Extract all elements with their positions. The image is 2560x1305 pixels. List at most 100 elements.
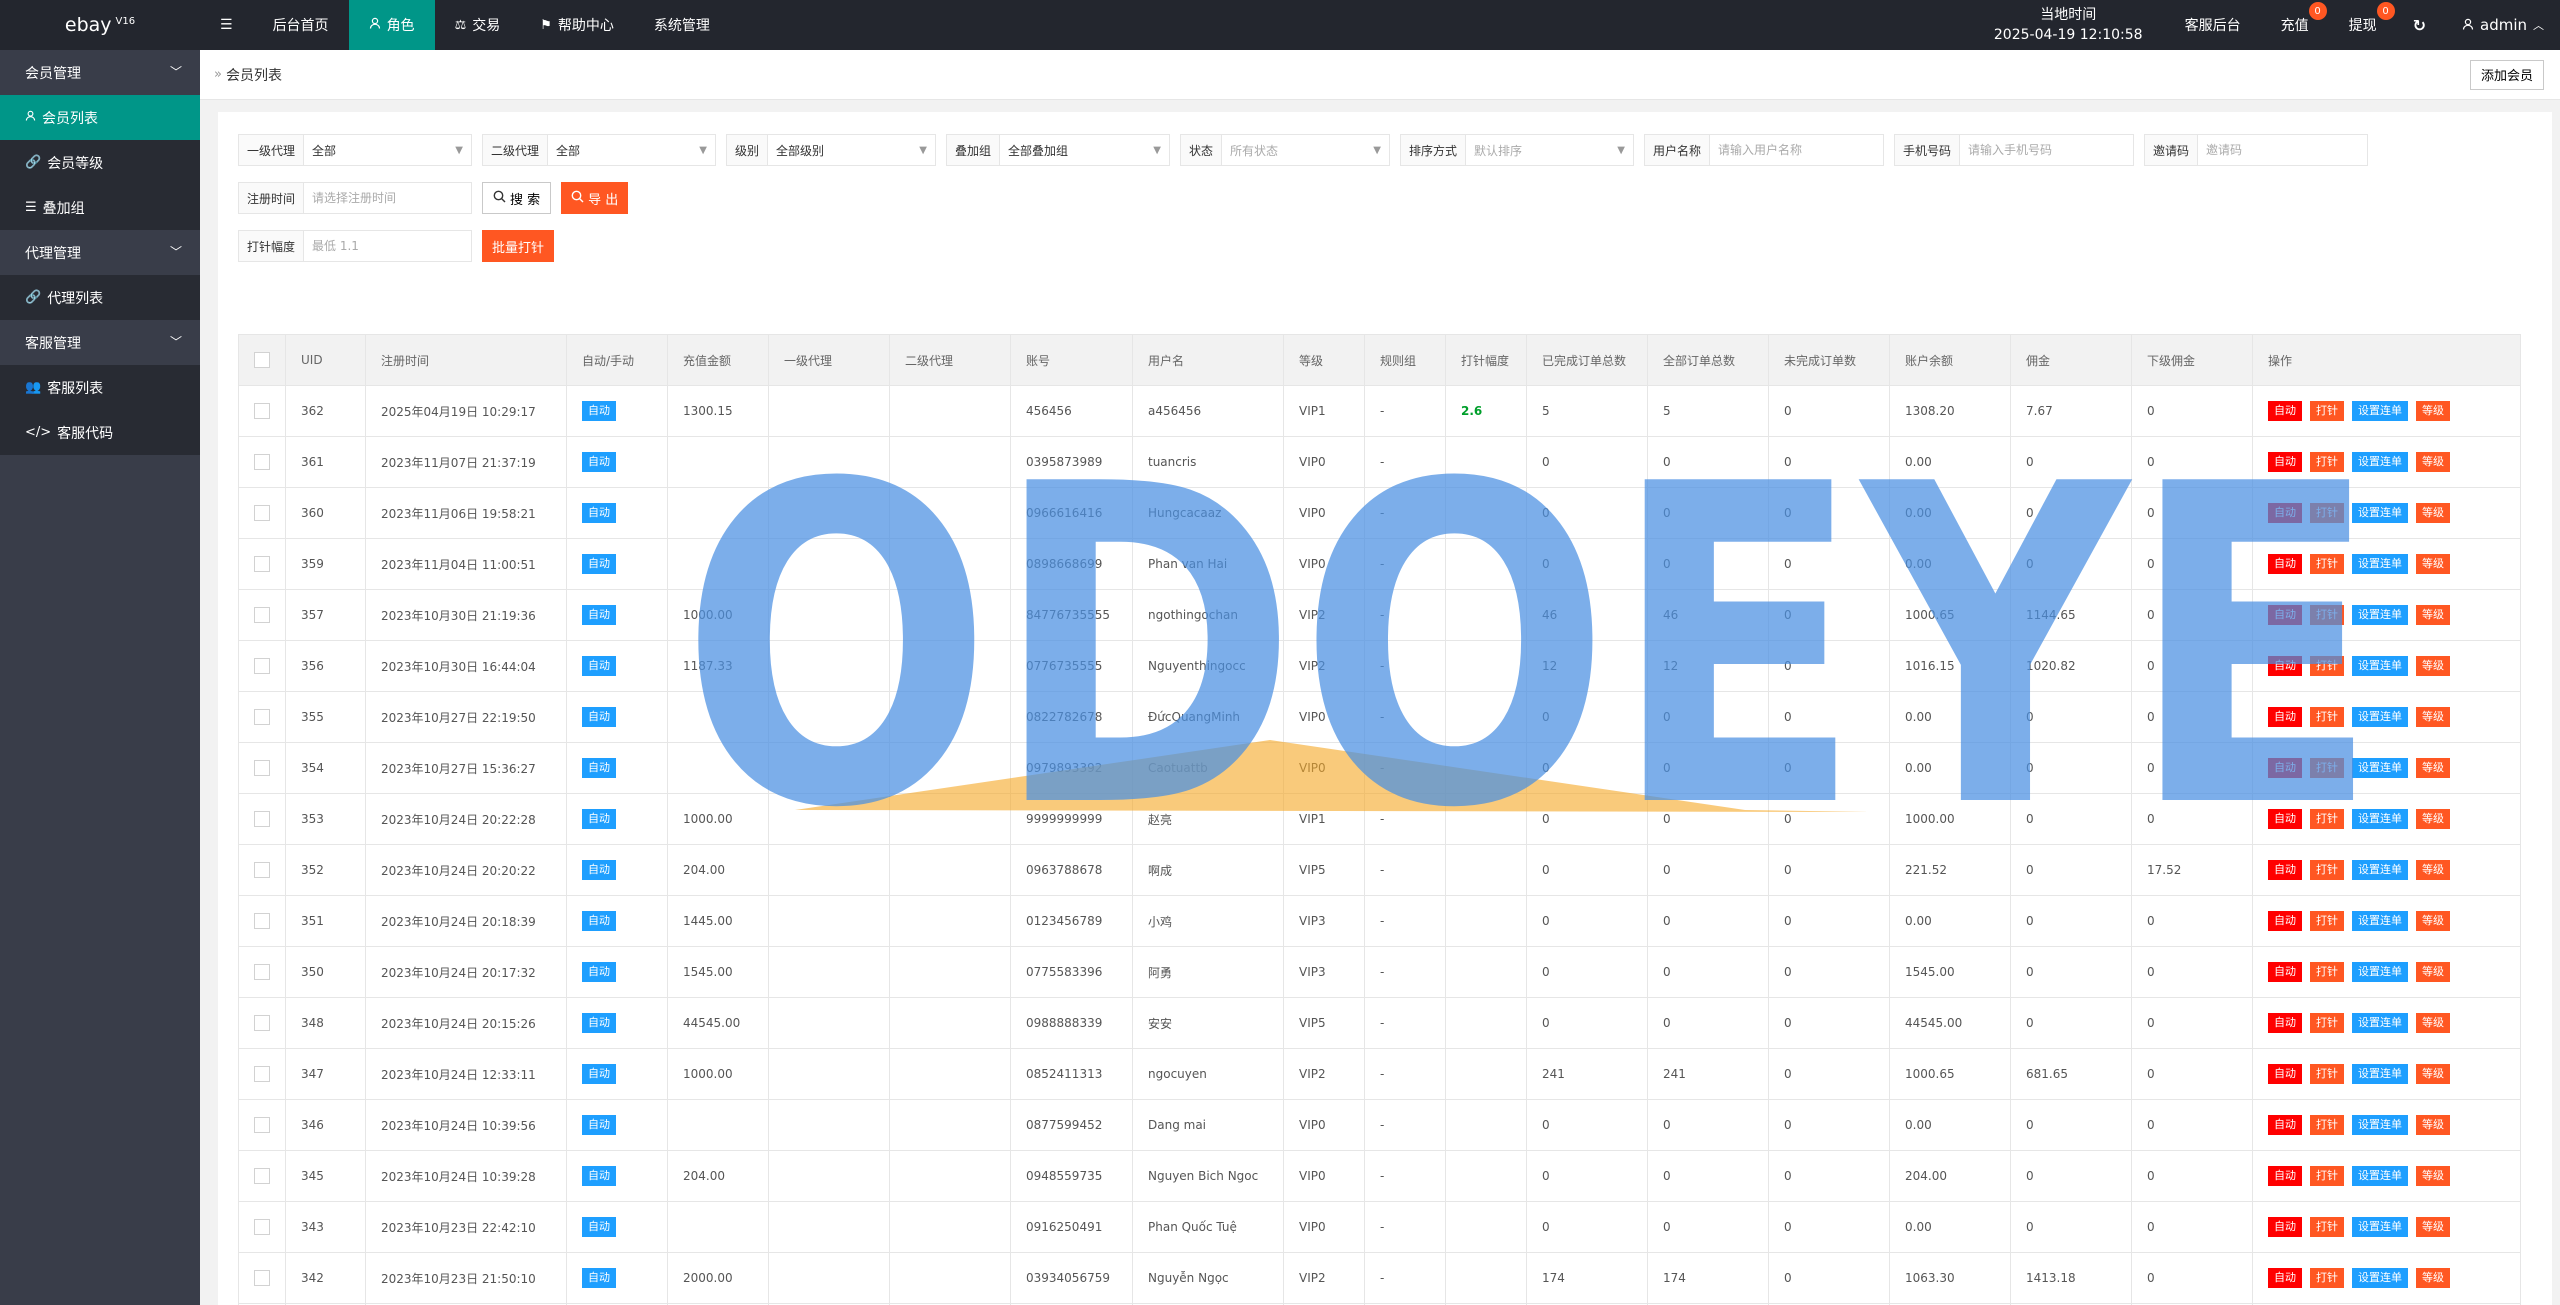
level-button[interactable]: 等级 — [2416, 1115, 2450, 1135]
level-button[interactable]: 等级 — [2416, 1217, 2450, 1237]
auto-button[interactable]: 自动 — [2268, 911, 2302, 931]
set-chain-button[interactable]: 设置连单 — [2352, 554, 2408, 574]
auto-button[interactable]: 自动 — [2268, 1115, 2302, 1135]
nav-role[interactable]: 角色 — [348, 0, 435, 50]
user-menu[interactable]: admin ︿ — [2442, 0, 2560, 50]
status-select[interactable]: 所有状态 ▼ — [1222, 135, 1389, 165]
inject-button[interactable]: 打针 — [2310, 707, 2344, 727]
set-chain-button[interactable]: 设置连单 — [2352, 503, 2408, 523]
search-button[interactable]: 搜 索 — [482, 182, 552, 214]
set-chain-button[interactable]: 设置连单 — [2352, 962, 2408, 982]
auto-button[interactable]: 自动 — [2268, 605, 2302, 625]
sidebar-group-member[interactable]: 会员管理 ﹀ — [0, 50, 200, 95]
row-checkbox[interactable] — [254, 658, 270, 674]
row-checkbox[interactable] — [254, 1270, 270, 1286]
sidebar-item-service-code[interactable]: </> 客服代码 — [0, 410, 200, 455]
inject-button[interactable]: 打针 — [2310, 1115, 2344, 1135]
inject-button[interactable]: 打针 — [2310, 656, 2344, 676]
auto-button[interactable]: 自动 — [2268, 758, 2302, 778]
nav-trade[interactable]: ⚖ 交易 — [435, 0, 521, 50]
sidebar-item-member-list[interactable]: 会员列表 — [0, 95, 200, 140]
auto-button[interactable]: 自动 — [2268, 707, 2302, 727]
level-button[interactable]: 等级 — [2416, 401, 2450, 421]
range-input[interactable] — [304, 231, 465, 261]
auto-button[interactable]: 自动 — [2268, 401, 2302, 421]
level-button[interactable]: 等级 — [2416, 962, 2450, 982]
phone-input[interactable] — [1960, 135, 2121, 165]
row-checkbox[interactable] — [254, 403, 270, 419]
row-checkbox[interactable] — [254, 760, 270, 776]
set-chain-button[interactable]: 设置连单 — [2352, 1217, 2408, 1237]
row-checkbox[interactable] — [254, 607, 270, 623]
level-button[interactable]: 等级 — [2416, 1013, 2450, 1033]
row-checkbox[interactable] — [254, 505, 270, 521]
inject-button[interactable]: 打针 — [2310, 554, 2344, 574]
row-checkbox[interactable] — [254, 1117, 270, 1133]
auto-button[interactable]: 自动 — [2268, 1268, 2302, 1288]
level-button[interactable]: 等级 — [2416, 1268, 2450, 1288]
agent1-filter[interactable]: 一级代理 全部 ▼ — [238, 134, 472, 166]
sidebar-item-agent-list[interactable]: 🔗 代理列表 — [0, 275, 200, 320]
row-checkbox[interactable] — [254, 862, 270, 878]
level-button[interactable]: 等级 — [2416, 554, 2450, 574]
stack-select[interactable]: 全部叠加组 ▼ — [1000, 135, 1169, 165]
set-chain-button[interactable]: 设置连单 — [2352, 758, 2408, 778]
nav-help[interactable]: ⚑ 帮助中心 — [520, 0, 634, 50]
set-chain-button[interactable]: 设置连单 — [2352, 911, 2408, 931]
inject-button[interactable]: 打针 — [2310, 503, 2344, 523]
auto-button[interactable]: 自动 — [2268, 1166, 2302, 1186]
menu-toggle-button[interactable]: ☰ — [200, 0, 253, 50]
inject-button[interactable]: 打针 — [2310, 962, 2344, 982]
level-select[interactable]: 全部级别 ▼ — [768, 135, 935, 165]
inject-button[interactable]: 打针 — [2310, 1166, 2344, 1186]
sidebar-item-stack-group[interactable]: ☰ 叠加组 — [0, 185, 200, 230]
invite-filter[interactable]: 邀请码 — [2144, 134, 2368, 166]
inject-button[interactable]: 打针 — [2310, 758, 2344, 778]
inject-button[interactable]: 打针 — [2310, 1013, 2344, 1033]
level-button[interactable]: 等级 — [2416, 452, 2450, 472]
row-checkbox[interactable] — [254, 1168, 270, 1184]
regtime-input[interactable] — [304, 183, 465, 213]
level-button[interactable]: 等级 — [2416, 911, 2450, 931]
nav-system[interactable]: 系统管理 — [634, 0, 730, 50]
set-chain-button[interactable]: 设置连单 — [2352, 1115, 2408, 1135]
stack-filter[interactable]: 叠加组 全部叠加组 ▼ — [946, 134, 1170, 166]
auto-button[interactable]: 自动 — [2268, 962, 2302, 982]
level-button[interactable]: 等级 — [2416, 1166, 2450, 1186]
regtime-filter[interactable]: 注册时间 — [238, 182, 472, 214]
auto-button[interactable]: 自动 — [2268, 452, 2302, 472]
set-chain-button[interactable]: 设置连单 — [2352, 452, 2408, 472]
auto-button[interactable]: 自动 — [2268, 656, 2302, 676]
row-checkbox[interactable] — [254, 454, 270, 470]
inject-button[interactable]: 打针 — [2310, 911, 2344, 931]
service-backend-link[interactable]: 客服后台 — [2165, 0, 2261, 50]
sort-filter[interactable]: 排序方式 默认排序 ▼ — [1400, 134, 1634, 166]
row-checkbox[interactable] — [254, 1066, 270, 1082]
range-filter[interactable]: 打针幅度 — [238, 230, 472, 262]
inject-button[interactable]: 打针 — [2310, 860, 2344, 880]
inject-button[interactable]: 打针 — [2310, 605, 2344, 625]
level-button[interactable]: 等级 — [2416, 860, 2450, 880]
sort-select[interactable]: 默认排序 ▼ — [1466, 135, 1633, 165]
row-checkbox[interactable] — [254, 811, 270, 827]
auto-button[interactable]: 自动 — [2268, 1064, 2302, 1084]
set-chain-button[interactable]: 设置连单 — [2352, 1166, 2408, 1186]
set-chain-button[interactable]: 设置连单 — [2352, 860, 2408, 880]
logo[interactable]: ebay V16 — [0, 0, 200, 50]
level-filter[interactable]: 级别 全部级别 ▼ — [726, 134, 936, 166]
level-button[interactable]: 等级 — [2416, 656, 2450, 676]
agent2-filter[interactable]: 二级代理 全部 ▼ — [482, 134, 716, 166]
add-member-button[interactable]: 添加会员 — [2469, 59, 2544, 90]
row-checkbox[interactable] — [254, 964, 270, 980]
level-button[interactable]: 等级 — [2416, 758, 2450, 778]
inject-button[interactable]: 打针 — [2310, 401, 2344, 421]
set-chain-button[interactable]: 设置连单 — [2352, 1013, 2408, 1033]
withdraw-link[interactable]: 提现 0 — [2329, 0, 2397, 50]
agent1-select[interactable]: 全部 ▼ — [304, 135, 471, 165]
auto-button[interactable]: 自动 — [2268, 860, 2302, 880]
set-chain-button[interactable]: 设置连单 — [2352, 1268, 2408, 1288]
auto-button[interactable]: 自动 — [2268, 503, 2302, 523]
row-checkbox[interactable] — [254, 709, 270, 725]
sidebar-group-service[interactable]: 客服管理 ﹀ — [0, 320, 200, 365]
auto-button[interactable]: 自动 — [2268, 554, 2302, 574]
